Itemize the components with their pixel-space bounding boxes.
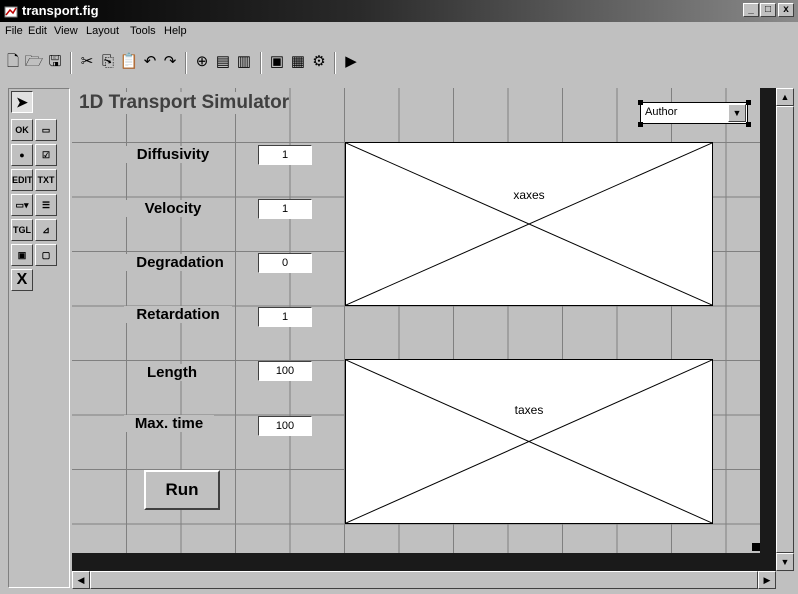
object-browser-icon[interactable]: ⚙ — [309, 52, 329, 72]
guide-window: transport.fig _ □ x File Edit View Layou… — [0, 0, 798, 594]
degradation-label[interactable]: Degradation — [126, 254, 234, 271]
diffusivity-label[interactable]: Diffusivity — [118, 146, 228, 163]
selection-handle[interactable] — [638, 122, 643, 127]
x-axes-label: xaxes — [513, 188, 545, 202]
menu-help[interactable]: Help — [164, 25, 187, 37]
edit-text-tool[interactable]: EDIT — [11, 169, 33, 191]
scroll-right-icon[interactable]: ▶ — [758, 571, 776, 589]
slider-tool[interactable]: ▭ — [35, 119, 57, 141]
author-popup-menu[interactable]: Author ▼ — [640, 102, 748, 124]
cut-icon[interactable]: ✂ — [77, 52, 97, 72]
max-time-input[interactable]: 100 — [258, 416, 312, 436]
velocity-label[interactable]: Velocity — [118, 200, 228, 217]
diffusivity-input[interactable]: 1 — [258, 145, 312, 165]
component-palette: ➤ OK ▭ ● ☑ EDIT TXT ▭▾ ☰ TGL ⊿ ▣ ▢ X — [8, 88, 70, 588]
menu-file[interactable]: File — [5, 25, 23, 37]
copy-icon[interactable]: ⎘ — [98, 52, 118, 72]
maximize-button[interactable]: □ — [760, 3, 776, 17]
close-button[interactable]: x — [778, 3, 794, 17]
save-icon[interactable]: 🖫 — [45, 52, 65, 72]
selection-handle[interactable] — [746, 122, 751, 127]
new-file-icon[interactable]: 🗋 — [3, 52, 23, 72]
panel-tool[interactable]: ▢ — [35, 244, 57, 266]
scroll-down-icon[interactable]: ▼ — [776, 553, 794, 571]
horizontal-scroll-thumb[interactable] — [90, 571, 758, 589]
retardation-input[interactable]: 1 — [258, 307, 312, 327]
retardation-label[interactable]: Retardation — [124, 306, 232, 323]
menu-tools[interactable]: Tools — [130, 25, 156, 37]
figure-resize-handle[interactable] — [752, 543, 760, 551]
title-bar: transport.fig _ □ x — [0, 0, 798, 22]
scroll-left-icon[interactable]: ◀ — [72, 571, 90, 589]
popup-selected-value: Author — [645, 106, 678, 118]
selection-handle[interactable] — [746, 100, 751, 105]
toolbar: 🗋 🗁 🖫 ✂ ⎘ 📋 ↶ ↷ ⊕ ▤ ▥ ▣ ▦ ⚙ ▶ — [0, 42, 798, 88]
static-text-tool[interactable]: TXT — [35, 169, 57, 191]
radio-button-tool[interactable]: ● — [11, 144, 33, 166]
toolbar-separator — [70, 52, 72, 74]
frame-tool[interactable]: ▣ — [11, 244, 33, 266]
degradation-input[interactable]: 0 — [258, 253, 312, 273]
vertical-scroll-thumb[interactable] — [776, 106, 794, 553]
menu-editor-icon[interactable]: ▤ — [213, 52, 233, 72]
window-title: transport.fig — [22, 3, 99, 18]
scroll-up-icon[interactable]: ▲ — [776, 88, 794, 106]
activex-tool[interactable]: X — [11, 269, 33, 291]
app-title[interactable]: 1D Transport Simulator — [79, 92, 290, 114]
push-button-tool[interactable]: OK — [11, 119, 33, 141]
checkbox-tool[interactable]: ☑ — [35, 144, 57, 166]
listbox-tool[interactable]: ☰ — [35, 194, 57, 216]
axes-placeholder-cross — [346, 360, 712, 523]
run-icon[interactable]: ▶ — [341, 52, 361, 72]
open-folder-icon[interactable]: 🗁 — [24, 52, 44, 72]
menu-edit[interactable]: Edit — [28, 25, 47, 37]
popup-menu-tool[interactable]: ▭▾ — [11, 194, 33, 216]
t-axes[interactable]: taxes — [345, 359, 713, 524]
m-file-editor-icon[interactable]: ▣ — [267, 52, 287, 72]
x-axes[interactable]: xaxes — [345, 142, 713, 306]
menu-bar: File Edit View Layout Tools Help — [0, 22, 798, 42]
toggle-button-tool[interactable]: TGL — [11, 219, 33, 241]
figure-icon — [4, 6, 18, 18]
select-arrow-icon[interactable]: ➤ — [11, 91, 33, 113]
t-axes-label: taxes — [514, 403, 544, 417]
layout-canvas[interactable]: 1D Transport Simulator Diffusivity 1 Vel… — [72, 88, 760, 553]
toolbar-separator — [185, 52, 187, 74]
length-input[interactable]: 100 — [258, 361, 312, 381]
canvas-bottom-border — [72, 553, 760, 571]
run-button[interactable]: Run — [144, 470, 220, 510]
axes-placeholder-cross — [346, 143, 712, 305]
align-icon[interactable]: ⊕ — [192, 52, 212, 72]
velocity-input[interactable]: 1 — [258, 199, 312, 219]
undo-icon[interactable]: ↶ — [140, 52, 160, 72]
menu-layout[interactable]: Layout — [86, 25, 119, 37]
tab-order-icon[interactable]: ▥ — [234, 52, 254, 72]
canvas-right-border — [760, 88, 776, 571]
axes-tool[interactable]: ⊿ — [35, 219, 57, 241]
toolbar-separator — [334, 52, 336, 74]
property-inspector-icon[interactable]: ▦ — [288, 52, 308, 72]
minimize-button[interactable]: _ — [743, 3, 759, 17]
selection-handle[interactable] — [638, 100, 643, 105]
length-label[interactable]: Length — [132, 364, 212, 381]
menu-view[interactable]: View — [54, 25, 78, 37]
horizontal-scrollbar[interactable]: ◀ ▶ — [72, 571, 776, 589]
chevron-down-icon[interactable]: ▼ — [728, 104, 746, 122]
toolbar-separator — [260, 52, 262, 74]
redo-icon[interactable]: ↷ — [160, 52, 180, 72]
paste-icon[interactable]: 📋 — [119, 52, 139, 72]
vertical-scrollbar[interactable]: ▲ ▼ — [776, 88, 794, 571]
max-time-label[interactable]: Max. time — [124, 415, 214, 432]
